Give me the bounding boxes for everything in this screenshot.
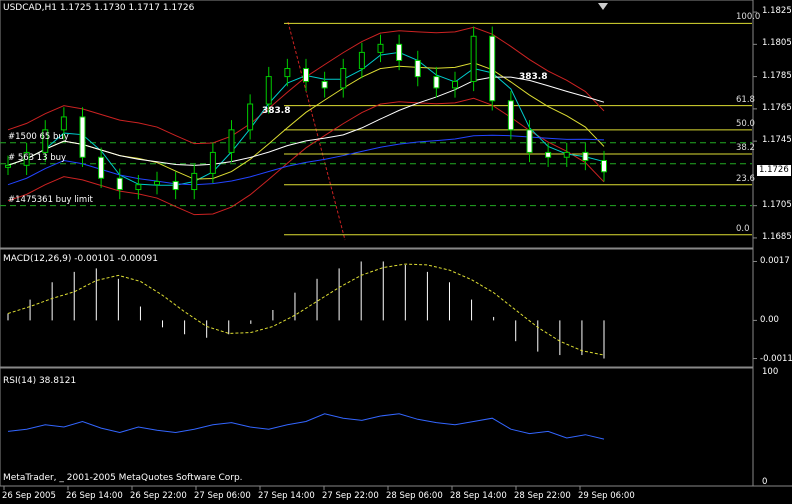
candle-body-16 (303, 68, 309, 82)
macd-axis-label-1: 0.00 (760, 315, 779, 326)
bollinger-bands (7, 26, 605, 216)
candle-body-21 (396, 43, 403, 61)
fibonacci-retracement[interactable] (284, 22, 752, 236)
macd-signal (7, 263, 605, 356)
current-price-badge: 1.1726 (757, 165, 791, 176)
rsi-title: RSI(14) 38.8121 (3, 376, 77, 386)
candle-body-31 (582, 151, 589, 161)
time-label-1: 26 Sep 14:00 (66, 491, 123, 501)
fib-label-3: 38.2 (736, 143, 755, 154)
order-lines[interactable] (0, 142, 752, 207)
candle-body-6 (116, 177, 123, 191)
overlap-label-1: 383.8 (262, 106, 291, 116)
candle-body-30 (563, 151, 570, 158)
candle-body-19 (358, 51, 365, 70)
candle-body-3 (60, 116, 67, 131)
chart-shift-marker-icon[interactable] (598, 3, 608, 10)
overlap-label-2: 383.8 (519, 72, 548, 82)
rsi-polyline (7, 413, 605, 440)
main-pane-border (0, 0, 754, 249)
candle-body-14 (265, 76, 272, 105)
fib-trend-line[interactable] (287, 21, 346, 241)
price-label-3: 1.1765 (762, 102, 792, 113)
candle-body-29 (545, 151, 552, 158)
candle-body-7 (135, 184, 142, 191)
time-label-8: 28 Sep 22:00 (514, 491, 571, 501)
time-label-7: 28 Sep 14:00 (450, 491, 507, 501)
macd-title: MACD(12,26,9) -0.00101 -0.00091 (3, 254, 159, 264)
price-axis-ticks (753, 11, 757, 360)
candle-body-22 (414, 59, 421, 78)
candle-body-15 (284, 68, 291, 78)
copyright-text: MetaTrader, _ 2001-2005 MetaQuotes Softw… (3, 473, 243, 483)
symbol-header: USDCAD,H1 1.1725 1.1730 1.1717 1.1726 (3, 3, 195, 13)
candle-body-25 (470, 35, 477, 82)
time-label-2: 26 Sep 22:00 (130, 491, 187, 501)
chart-window[interactable]: USDCAD,H1 1.1725 1.1730 1.1717 1.1726 1.… (0, 0, 792, 504)
order-label-1: # 563 13 buy (8, 152, 67, 163)
fib-label-2: 50.0 (736, 118, 755, 129)
time-label-5: 27 Sep 22:00 (322, 491, 379, 501)
rsi-line (7, 413, 605, 440)
price-label-4: 1.1745 (762, 135, 792, 146)
rsi-axis-label-1: 0 (762, 477, 768, 487)
candle-body-12 (228, 129, 235, 153)
macd-axis-label-0: 0.0017 (760, 256, 790, 267)
candle-body-9 (172, 180, 179, 191)
candle-body-11 (209, 151, 216, 174)
time-label-0: 26 Sep 2005 (2, 491, 56, 501)
price-label-5: 1.1705 (762, 199, 792, 210)
candle-body-27 (507, 100, 514, 131)
candle-body-10 (191, 172, 198, 191)
candle-body-0 (5, 164, 11, 168)
price-label-2: 1.1785 (762, 70, 792, 81)
price-label-6: 1.1685 (762, 231, 792, 242)
candle-body-4 (79, 116, 86, 158)
macd-histogram (7, 261, 605, 359)
candle-body-26 (489, 35, 496, 102)
price-label-0: 1.1825 (762, 6, 792, 17)
band-lower (7, 97, 605, 216)
price-label-1: 1.1805 (762, 38, 792, 49)
candle-body-28 (526, 129, 533, 153)
chart-canvas[interactable] (0, 0, 792, 504)
time-label-4: 27 Sep 14:00 (258, 491, 315, 501)
macd-axis-label-2: -0.0011 (760, 353, 792, 364)
fib-label-4: 23.6 (736, 173, 755, 184)
rsi-pane-border (0, 367, 754, 487)
fib-label-5: 0.0 (736, 223, 750, 234)
fib-label-1: 61.8 (736, 94, 755, 105)
candle-body-24 (452, 80, 458, 89)
order-label-0: #1500 65 buy (8, 131, 69, 142)
time-axis-ticks (3, 486, 581, 490)
candle-body-20 (377, 43, 384, 53)
candle-body-13 (247, 103, 254, 131)
rsi-axis-label-0: 100 (762, 367, 779, 377)
candle-body-8 (154, 180, 160, 186)
candle-body-17 (321, 80, 328, 89)
candle-body-18 (340, 68, 347, 89)
macd-pane-border (0, 248, 754, 368)
candle-body-5 (98, 156, 105, 179)
time-label-9: 29 Sep 06:00 (578, 491, 635, 501)
candle-body-32 (601, 159, 607, 173)
order-label-2: #1475361 buy limit (8, 194, 93, 205)
time-label-6: 28 Sep 06:00 (386, 491, 443, 501)
candle-body-23 (433, 76, 440, 89)
time-label-3: 27 Sep 06:00 (194, 491, 251, 501)
fib-label-0: 100.0 (736, 12, 761, 23)
